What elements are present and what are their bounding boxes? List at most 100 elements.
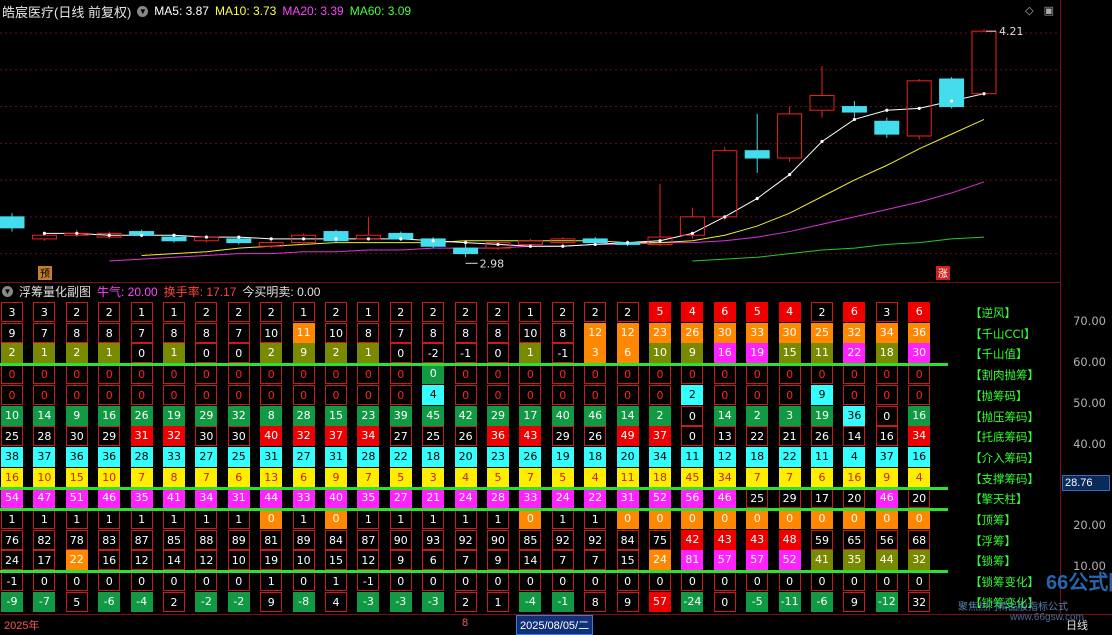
menu-icon[interactable]: ▣ bbox=[1044, 4, 1054, 17]
indicator-cell: 6 bbox=[713, 302, 736, 322]
chevron-down-icon[interactable]: ▼ bbox=[2, 285, 13, 297]
indicator-cell: 43 bbox=[713, 529, 736, 550]
indicator-cell: 1 bbox=[130, 509, 153, 529]
row-label: 【千山值】 bbox=[970, 347, 1028, 362]
indicator-cell: 9 bbox=[487, 550, 509, 571]
indicator-cell: 31 bbox=[325, 446, 347, 467]
ma5-point bbox=[107, 233, 111, 237]
indicator-cell: 0 bbox=[649, 509, 671, 529]
indicator-cell: 1 bbox=[487, 509, 509, 529]
ma5-point bbox=[431, 239, 435, 243]
indicator-cell: 84 bbox=[325, 529, 347, 550]
chevron-down-icon[interactable]: ▼ bbox=[137, 5, 149, 17]
indicator-cell: 1 bbox=[65, 509, 88, 529]
indicator-cell: 0 bbox=[746, 364, 769, 385]
indicator-cell: 0 bbox=[875, 571, 898, 592]
indicator-cell: 2 bbox=[487, 302, 509, 322]
indicator-cell: 57 bbox=[649, 591, 671, 612]
indicator-cell: 10 bbox=[519, 322, 542, 343]
indicator-cell: 0 bbox=[681, 509, 704, 529]
indicator-cell: 2 bbox=[584, 302, 607, 322]
indicator-cell: 0 bbox=[713, 364, 736, 385]
indicator-cell: 2 bbox=[163, 591, 185, 612]
ma5-point bbox=[561, 244, 565, 248]
indicator-cell: 2 bbox=[260, 302, 283, 322]
indicator-cell: 10 bbox=[1, 405, 23, 426]
indicator-cell: 0 bbox=[260, 364, 283, 385]
ma5-point bbox=[172, 233, 176, 237]
row-label: 【顶筹】 bbox=[970, 513, 1016, 527]
indicator-cell: 5 bbox=[746, 302, 769, 322]
sub-chart-title[interactable]: 浮筹量化副图 bbox=[19, 283, 91, 300]
indicator-cell: 16 bbox=[908, 446, 931, 467]
indicator-cell: 0 bbox=[875, 405, 898, 426]
sub-chart-header: ▼ 浮筹量化副图 牛气: 20.00 换手率: 17.17 今买明卖: 0.00 bbox=[2, 283, 320, 300]
candle bbox=[161, 236, 187, 242]
indicator-cell: 6 bbox=[811, 467, 833, 488]
indicator-cell: 2 bbox=[422, 302, 445, 322]
indicator-cell: 0 bbox=[746, 509, 769, 529]
indicator-cell: 13 bbox=[713, 426, 736, 447]
indicator-cell: 16 bbox=[98, 405, 121, 426]
indicator-cell: 31 bbox=[227, 488, 250, 509]
indicator-cell: 34 bbox=[649, 446, 671, 467]
indicator-cell: 31 bbox=[260, 446, 283, 467]
ma5-point bbox=[982, 92, 986, 96]
indicator-cell: 0 bbox=[163, 364, 185, 385]
indicator-cell: 0 bbox=[778, 509, 801, 529]
indicator-cell: 30 bbox=[195, 426, 218, 447]
indicator-cell: 90 bbox=[389, 529, 412, 550]
indicator-cell: 1 bbox=[292, 509, 315, 529]
indicator-cell: 9 bbox=[325, 467, 347, 488]
indicator-cell: 2 bbox=[260, 343, 283, 364]
row-label: 【介入筹码】 bbox=[970, 450, 1039, 465]
time-axis-bar[interactable]: 2025年 8 2025/08/05/二 日线 bbox=[0, 614, 1112, 635]
ma5-point bbox=[852, 117, 857, 122]
indicator-cell: 0 bbox=[195, 571, 218, 592]
indicator-cell: 8 bbox=[422, 322, 445, 343]
diamond-icon[interactable]: ◇ bbox=[1025, 4, 1033, 17]
indicator-cell: 0 bbox=[519, 509, 542, 529]
indicator-cell: -2 bbox=[227, 591, 250, 612]
indicator-cell: 7 bbox=[551, 550, 574, 571]
ma5-point bbox=[75, 231, 79, 235]
indicator-cell: 0 bbox=[778, 384, 801, 405]
indicator-cell: 9 bbox=[65, 405, 88, 426]
indicator-cell: 18 bbox=[746, 446, 769, 467]
sub-axis-label: 60.00 bbox=[1073, 354, 1106, 369]
candlestick-chart[interactable]: 4.204.003.803.603.403.203.004.212.98预涨 bbox=[0, 0, 1060, 282]
stock-title[interactable]: 皓宸医疗(日线 前复权) bbox=[2, 2, 131, 21]
indicator-cell: 0 bbox=[908, 571, 931, 592]
indicator-cell: 1 bbox=[33, 343, 56, 364]
indicator-cell: 9 bbox=[811, 384, 833, 405]
indicator-cell: 89 bbox=[292, 529, 315, 550]
indicator-cell: 36 bbox=[487, 426, 509, 447]
indicator-cell: 0 bbox=[163, 384, 185, 405]
indicator-cell: 7 bbox=[746, 467, 769, 488]
indicator-grid[interactable]: 3 3 2 2 1 1 2 2 2 1 2 1 2 2 2 2 1 2 2 2 5 4 6 5 4 2 6 3 6 9 7 8 8 7 8 8 7 10 1… bbox=[0, 302, 960, 614]
indicator-cell: 89 bbox=[227, 529, 250, 550]
indicator-cell: 28 bbox=[487, 488, 509, 509]
indicator-cell: 1 bbox=[454, 509, 477, 529]
indicator-cell: 7 bbox=[130, 322, 153, 343]
indicator-cell: 7 bbox=[227, 322, 250, 343]
indicator-cell: 85 bbox=[519, 529, 542, 550]
indicator-cell: 51 bbox=[65, 488, 88, 509]
indicator-cell: 45 bbox=[681, 467, 704, 488]
indicator-cell: 4 bbox=[454, 467, 477, 488]
indicator-cell: 57 bbox=[713, 550, 736, 571]
ma5-point bbox=[42, 231, 47, 235]
pane-divider[interactable] bbox=[0, 282, 1060, 283]
indicator-cell: 92 bbox=[584, 529, 607, 550]
indicator-cell: 2 bbox=[649, 405, 671, 426]
indicator-cell: 0 bbox=[713, 591, 736, 612]
indicator-cell: 15 bbox=[778, 343, 801, 364]
indicator-cell: -2 bbox=[195, 591, 218, 612]
row-label: 【浮筹】 bbox=[970, 533, 1016, 548]
indicator-cell: 18 bbox=[422, 446, 445, 467]
indicator-cell: 34 bbox=[357, 426, 380, 447]
indicator-cell: 32 bbox=[163, 426, 185, 447]
indicator-cell: 0 bbox=[713, 571, 736, 592]
indicator-cell: 0 bbox=[98, 384, 121, 405]
indicator-cell: 6 bbox=[908, 302, 931, 322]
